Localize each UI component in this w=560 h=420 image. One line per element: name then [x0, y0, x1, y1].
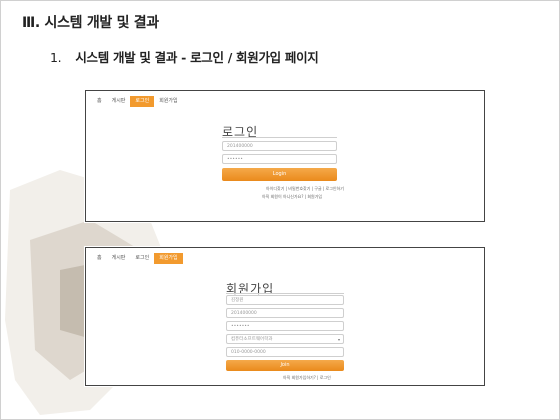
- subheading-number: 1.: [50, 50, 62, 65]
- signup-phone-field[interactable]: 010-0000-0000: [226, 347, 344, 357]
- nav-login[interactable]: 로그인: [130, 96, 155, 107]
- nav-login[interactable]: 로그인: [130, 253, 154, 264]
- slide-heading: Ⅲ. 시스템 개발 및 결과: [22, 15, 159, 31]
- nav-board[interactable]: 게시판: [107, 253, 131, 264]
- nav-home[interactable]: 홈: [92, 96, 107, 107]
- subheading-text: 시스템 개발 및 결과 - 로그인 / 회원가입 페이지: [75, 50, 319, 65]
- login-id-field[interactable]: 201400000: [222, 141, 337, 151]
- login-nav: 홈 게시판 로그인 회원가입: [92, 96, 183, 107]
- signup-page-screenshot: 홈 게시판 로그인 회원가입 회원가입 김정원 201400000 ••••••…: [85, 247, 485, 386]
- login-button[interactable]: Login: [222, 168, 337, 181]
- nav-signup[interactable]: 회원가입: [154, 253, 183, 264]
- signup-name-field[interactable]: 김정원: [226, 295, 344, 305]
- login-links-row2[interactable]: 아직 회원이 아니신가요? | 회원가입: [262, 194, 322, 200]
- slide-subheading: 1. 시스템 개발 및 결과 - 로그인 / 회원가입 페이지: [50, 47, 319, 66]
- signup-title-divider: [226, 293, 344, 294]
- signup-nav: 홈 게시판 로그인 회원가입: [92, 253, 183, 264]
- nav-home[interactable]: 홈: [92, 253, 107, 264]
- chevron-down-icon: ▾: [337, 337, 340, 342]
- signup-department-select[interactable]: 컴퓨터소프트웨어학과 ▾: [226, 334, 344, 344]
- nav-signup[interactable]: 회원가입: [154, 96, 182, 107]
- signup-footer-link[interactable]: 아직 회원가입하기? | 로그인: [283, 375, 331, 381]
- nav-board[interactable]: 게시판: [107, 96, 131, 107]
- login-title-divider: [222, 137, 337, 138]
- login-page-screenshot: 홈 게시판 로그인 회원가입 로그인 201400000 •••••• Logi…: [85, 90, 485, 222]
- login-links-row1[interactable]: 아이디찾기 | 비밀번호찾기 | 구글 | 로그인하기: [266, 186, 344, 192]
- signup-id-field[interactable]: 201400000: [226, 308, 344, 318]
- join-button[interactable]: Join: [226, 360, 344, 371]
- signup-password-field[interactable]: •••••••: [226, 321, 344, 331]
- department-selected-value: 컴퓨터소프트웨어학과: [231, 337, 273, 342]
- login-password-field[interactable]: ••••••: [222, 154, 337, 164]
